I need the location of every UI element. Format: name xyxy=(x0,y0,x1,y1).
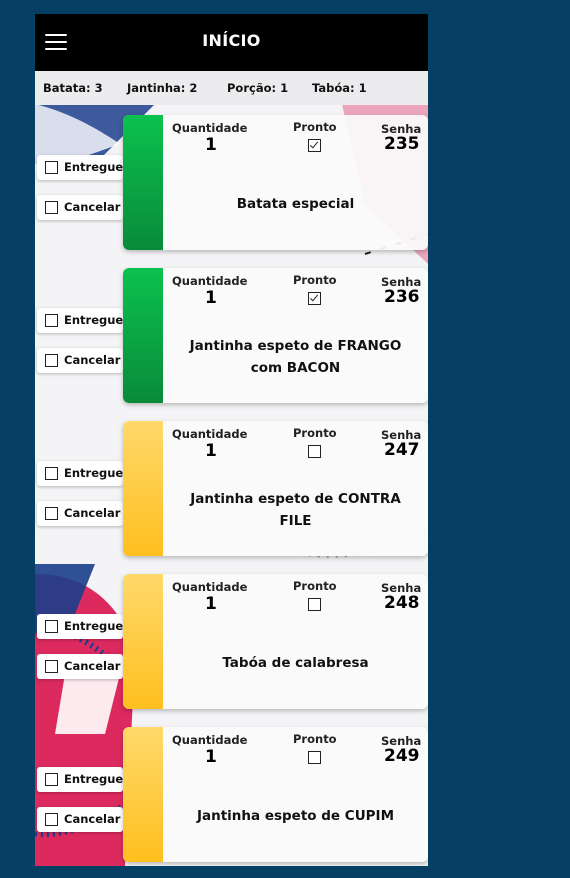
quantity-value: 1 xyxy=(205,135,217,155)
delivered-toggle[interactable]: Entregue xyxy=(37,155,123,180)
quantity-value: 1 xyxy=(205,441,217,461)
summary-batata: Batata: 3 xyxy=(43,81,103,95)
delivered-toggle[interactable]: Entregue xyxy=(37,308,123,333)
status-strip xyxy=(123,115,163,250)
summary-taboa: Tabóa: 1 xyxy=(312,81,367,95)
ticket-number: 249 xyxy=(384,746,420,766)
quantity-label: Quantidade xyxy=(172,121,248,135)
cancel-label: Cancelar xyxy=(64,353,121,367)
app-screen: INÍCIO Batata: 3 Jantinha: 2 Porção: 1 T… xyxy=(35,14,428,866)
delivered-checkbox[interactable] xyxy=(45,773,58,786)
order-card[interactable]: Quantidade 1 Pronto Senha 249 Jantinha e… xyxy=(123,727,428,862)
item-name: Tabóa de calabresa xyxy=(222,655,369,671)
delivered-toggle[interactable]: Entregue xyxy=(37,614,123,639)
ticket-number: 236 xyxy=(384,287,420,307)
ticket-number: 247 xyxy=(384,440,420,460)
delivered-checkbox[interactable] xyxy=(45,161,58,174)
cancel-toggle[interactable]: Cancelar xyxy=(37,501,123,526)
order-summary-bar: Batata: 3 Jantinha: 2 Porção: 1 Tabóa: 1 xyxy=(35,71,428,105)
ready-checkbox[interactable] xyxy=(308,445,321,458)
order-row: Entregue Cancelar Quantidade 1 Pronto Se… xyxy=(35,268,428,408)
item-name: Jantinha espeto de CUPIM xyxy=(196,808,395,824)
ready-label: Pronto xyxy=(293,273,337,287)
ready-checkbox[interactable] xyxy=(308,598,321,611)
status-strip xyxy=(123,268,163,403)
cancel-toggle[interactable]: Cancelar xyxy=(37,807,123,832)
delivered-toggle[interactable]: Entregue xyxy=(37,767,123,792)
order-card[interactable]: Quantidade 1 Pronto Senha 248 Tabóa de c… xyxy=(123,574,428,709)
order-card[interactable]: Quantidade 1 Pronto Senha 236 Jantinha e… xyxy=(123,268,428,403)
order-row: Entregue Cancelar Quantidade 1 Pronto Se… xyxy=(35,421,428,561)
delivered-checkbox[interactable] xyxy=(45,314,58,327)
item-name: Jantinha espeto de FRANGO com BACON xyxy=(189,338,402,376)
order-card[interactable]: Quantidade 1 Pronto Senha 235 Batata esp… xyxy=(123,115,428,250)
ready-checkbox[interactable] xyxy=(308,292,321,305)
top-bar: INÍCIO xyxy=(35,14,428,71)
item-name: Jantinha espeto de CONTRA FILE xyxy=(190,491,401,529)
status-strip xyxy=(123,421,163,556)
ready-label: Pronto xyxy=(293,579,337,593)
delivered-checkbox[interactable] xyxy=(45,467,58,480)
ready-label: Pronto xyxy=(293,120,337,134)
cancel-toggle[interactable]: Cancelar xyxy=(37,195,123,220)
quantity-label: Quantidade xyxy=(172,580,248,594)
cancel-label: Cancelar xyxy=(64,506,121,520)
order-row: Entregue Cancelar Quantidade 1 Pronto Se… xyxy=(35,574,428,714)
quantity-label: Quantidade xyxy=(172,427,248,441)
cancel-checkbox[interactable] xyxy=(45,660,58,673)
page-title: INÍCIO xyxy=(202,31,261,50)
ticket-number: 235 xyxy=(384,134,420,154)
cancel-label: Cancelar xyxy=(64,659,121,673)
quantity-value: 1 xyxy=(205,747,217,767)
item-name: Batata especial xyxy=(236,196,355,212)
ready-checkbox[interactable] xyxy=(308,751,321,764)
order-row: Entregue Cancelar Quantidade 1 Pronto Se… xyxy=(35,727,428,866)
ticket-number: 248 xyxy=(384,593,420,613)
delivered-label: Entregue xyxy=(64,619,124,633)
ready-label: Pronto xyxy=(293,732,337,746)
ready-label: Pronto xyxy=(293,426,337,440)
quantity-value: 1 xyxy=(205,288,217,308)
delivered-checkbox[interactable] xyxy=(45,620,58,633)
cancel-label: Cancelar xyxy=(64,812,121,826)
order-card[interactable]: Quantidade 1 Pronto Senha 247 Jantinha e… xyxy=(123,421,428,556)
status-strip xyxy=(123,727,163,862)
summary-jantinha: Jantinha: 2 xyxy=(127,81,198,95)
cancel-checkbox[interactable] xyxy=(45,507,58,520)
ready-checkbox[interactable] xyxy=(308,139,321,152)
delivered-label: Entregue xyxy=(64,466,124,480)
cancel-checkbox[interactable] xyxy=(45,813,58,826)
delivered-toggle[interactable]: Entregue xyxy=(37,461,123,486)
cancel-checkbox[interactable] xyxy=(45,354,58,367)
quantity-value: 1 xyxy=(205,594,217,614)
cancel-label: Cancelar xyxy=(64,200,121,214)
quantity-label: Quantidade xyxy=(172,733,248,747)
delivered-label: Entregue xyxy=(64,772,124,786)
cancel-checkbox[interactable] xyxy=(45,201,58,214)
cancel-toggle[interactable]: Cancelar xyxy=(37,348,123,373)
order-row: Entregue Cancelar Quantidade 1 Pronto Se… xyxy=(35,115,428,255)
summary-porcao: Porção: 1 xyxy=(227,81,289,95)
cancel-toggle[interactable]: Cancelar xyxy=(37,654,123,679)
status-strip xyxy=(123,574,163,709)
delivered-label: Entregue xyxy=(64,313,124,327)
quantity-label: Quantidade xyxy=(172,274,248,288)
delivered-label: Entregue xyxy=(64,160,124,174)
